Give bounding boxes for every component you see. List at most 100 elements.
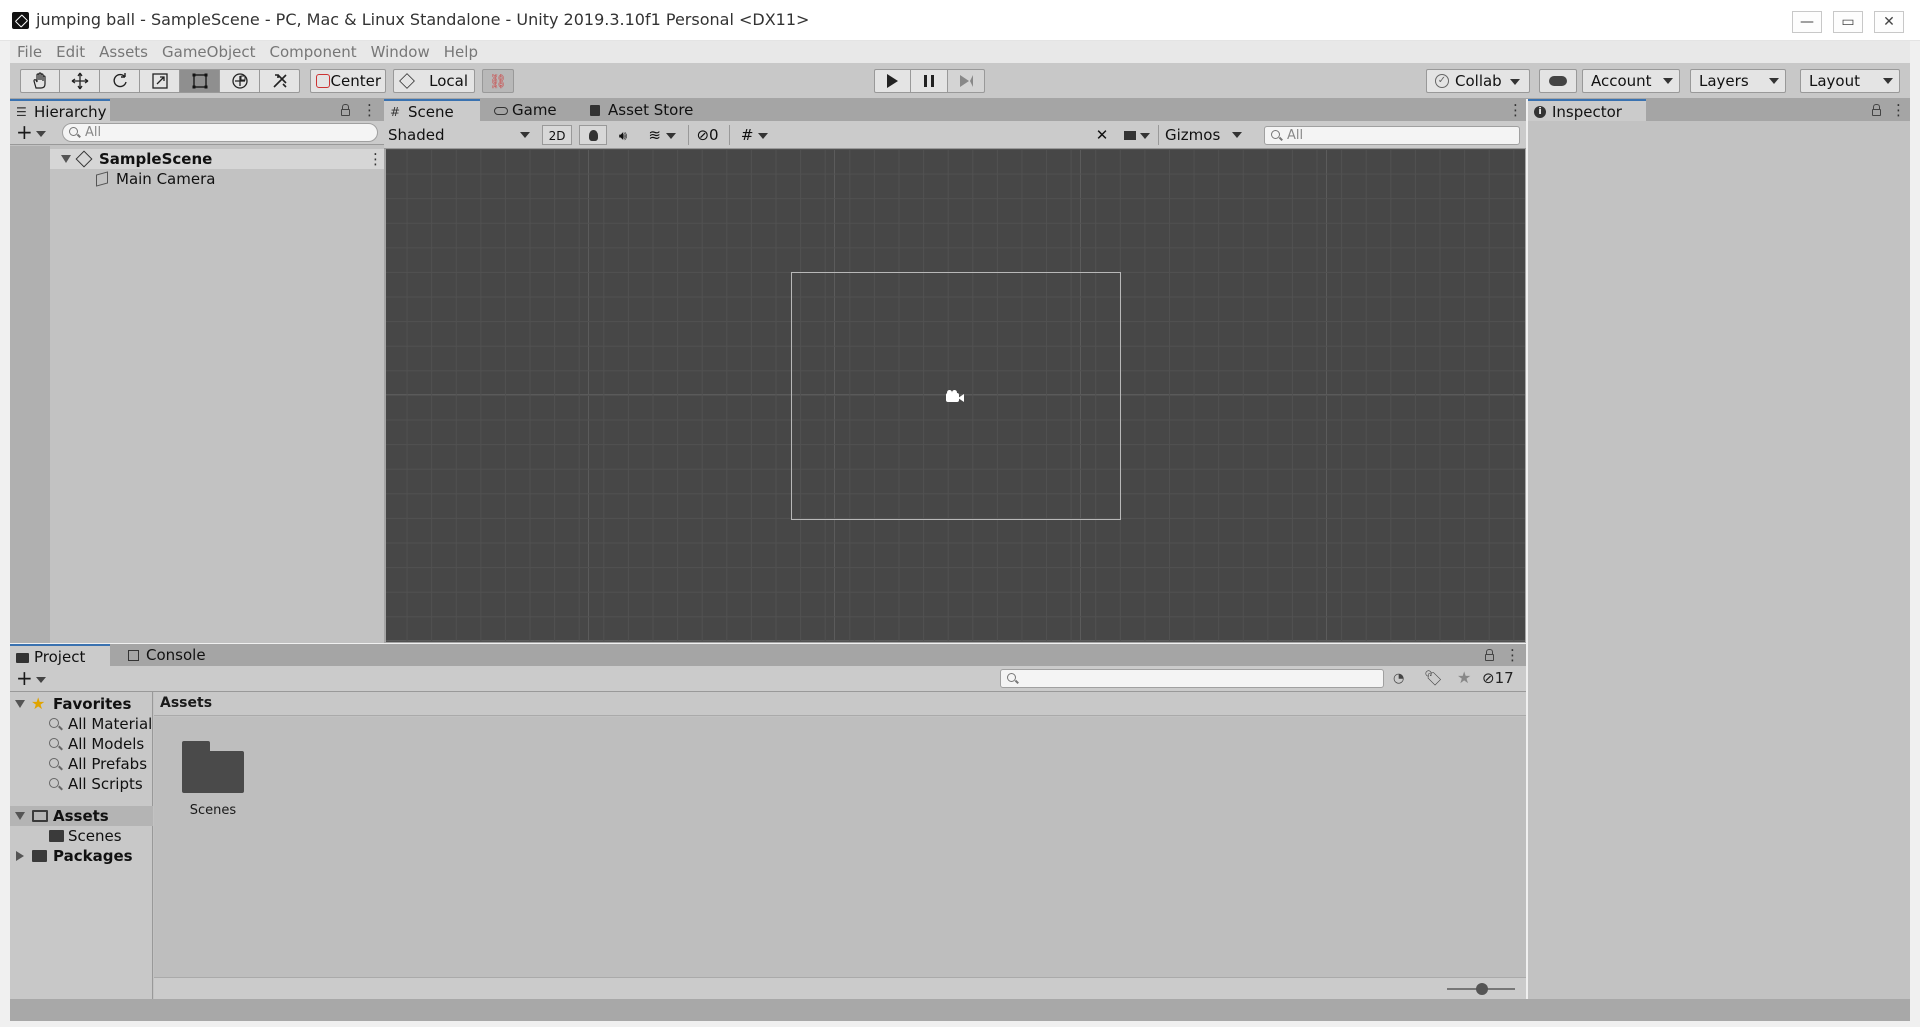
move-tool-icon[interactable] — [60, 69, 100, 93]
create-asset-button[interactable]: + — [16, 667, 46, 689]
create-add-button[interactable]: + — [16, 121, 46, 143]
chevron-down-icon — [35, 130, 46, 137]
play-button[interactable] — [874, 69, 911, 93]
hidden-objects-toggle[interactable]: ⊘0 — [688, 125, 726, 145]
panel-menu-icon[interactable]: ⋮ — [1505, 648, 1520, 663]
tab-game[interactable]: Game — [488, 99, 568, 121]
close-button[interactable]: ✕ — [1874, 11, 1904, 33]
asset-item[interactable]: Scenes — [174, 737, 254, 827]
hand-tool-icon[interactable] — [20, 69, 60, 93]
favorite-item[interactable]: All Materials — [10, 714, 153, 734]
2d-toggle-button[interactable]: 2D — [542, 125, 572, 145]
menu-help[interactable]: Help — [437, 41, 485, 63]
chevron-down-icon — [1663, 78, 1673, 84]
folder-icon — [182, 741, 244, 793]
scene-row[interactable]: SampleScene ⋮ — [50, 149, 384, 169]
menu-window[interactable]: Window — [364, 41, 437, 63]
step-button[interactable] — [948, 69, 985, 93]
scale-tool-icon[interactable] — [140, 69, 180, 93]
icon-size-slider[interactable] — [1447, 983, 1515, 995]
tab-asset-store[interactable]: Asset Store — [584, 99, 704, 121]
cloud-button[interactable] — [1539, 69, 1577, 93]
packages-folder-row[interactable]: Packages — [10, 846, 153, 866]
account-dropdown[interactable]: Account — [1582, 69, 1680, 93]
expand-triangle-icon[interactable] — [61, 155, 71, 163]
audio-toggle-button[interactable]: 🔊︎ — [609, 125, 637, 145]
panel-menu-icon[interactable]: ⋮ — [1508, 103, 1523, 118]
grid-snap-button[interactable]: ⛓ — [482, 69, 514, 93]
project-footer — [154, 977, 1526, 999]
tab-hierarchy[interactable]: ☰ Hierarchy — [10, 99, 110, 121]
lighting-toggle-button[interactable] — [579, 125, 607, 145]
favorites-row[interactable]: ★ Favorites — [10, 694, 153, 714]
scene-menu-icon[interactable]: ⋮ — [368, 152, 383, 167]
collab-dropdown[interactable]: ✓ Collab — [1426, 69, 1530, 93]
scenes-folder-row[interactable]: Scenes — [10, 826, 153, 846]
custom-tool-icon[interactable] — [260, 69, 300, 93]
chevron-down-icon — [35, 676, 46, 683]
tab-project-label: Project — [34, 648, 86, 666]
rect-tool-icon[interactable] — [180, 69, 220, 93]
expand-triangle-icon[interactable] — [16, 851, 24, 861]
transform-tool-icon[interactable] — [220, 69, 260, 93]
favorite-star-icon[interactable]: ★ — [1457, 668, 1471, 687]
collab-label: Collab — [1455, 72, 1502, 90]
search-by-label-icon[interactable]: 🏷︎ — [1424, 669, 1443, 687]
lock-icon[interactable] — [1485, 649, 1494, 661]
panel-menu-icon[interactable]: ⋮ — [362, 103, 377, 118]
menu-component[interactable]: Component — [263, 41, 364, 63]
packages-folder-label: Packages — [53, 847, 133, 865]
minimize-button[interactable]: — — [1792, 11, 1822, 33]
panel-menu-icon[interactable]: ⋮ — [1891, 103, 1906, 118]
info-icon: i — [1534, 106, 1546, 118]
add-plus-icon: + — [16, 666, 33, 690]
camera-settings-dropdown[interactable] — [1118, 125, 1156, 145]
scene-viewport[interactable] — [386, 149, 1525, 642]
account-label: Account — [1591, 72, 1652, 90]
layout-dropdown[interactable]: Layout — [1800, 69, 1900, 93]
favorite-item[interactable]: All Scripts — [10, 774, 153, 794]
rotate-tool-icon[interactable] — [100, 69, 140, 93]
pause-button[interactable] — [911, 69, 948, 93]
search-icon — [69, 127, 78, 136]
pivot-center-button[interactable]: Center — [310, 69, 386, 93]
pivot-space-button[interactable]: Local — [393, 69, 475, 93]
tab-scene[interactable]: # Scene — [384, 99, 480, 121]
effects-dropdown[interactable]: ≋ — [640, 125, 684, 145]
maximize-button[interactable]: ▭ — [1833, 11, 1863, 33]
tab-console[interactable]: Console — [122, 644, 222, 666]
layers-dropdown[interactable]: Layers — [1690, 69, 1786, 93]
add-plus-icon: + — [16, 120, 33, 144]
favorite-item[interactable]: All Prefabs — [10, 754, 153, 774]
expand-triangle-icon[interactable] — [15, 812, 25, 820]
camera-gizmo-icon[interactable] — [946, 390, 964, 402]
menu-gameobject[interactable]: GameObject — [155, 41, 263, 63]
gizmos-dropdown[interactable]: Gizmos — [1158, 125, 1248, 145]
lock-icon[interactable] — [341, 104, 350, 116]
scene-tools-button[interactable]: ✕ — [1088, 125, 1116, 145]
search-by-type-icon[interactable]: ◔ — [1393, 671, 1409, 687]
menu-file[interactable]: File — [10, 41, 49, 63]
shading-mode-dropdown[interactable]: Shaded — [388, 125, 538, 145]
hierarchy-item[interactable]: Main Camera — [50, 169, 384, 189]
project-search-input[interactable] — [1000, 669, 1384, 688]
chevron-down-icon — [1140, 132, 1151, 139]
lock-icon[interactable] — [1872, 104, 1881, 116]
hidden-packages-toggle[interactable]: ⊘17 — [1482, 669, 1514, 687]
expand-triangle-icon[interactable] — [15, 700, 25, 708]
assets-folder-row[interactable]: Assets — [10, 806, 153, 826]
eye-slash-icon: ⊘ — [1482, 669, 1495, 687]
pivot-icon — [316, 74, 330, 88]
hierarchy-search-input[interactable]: All — [62, 123, 378, 142]
breadcrumb-assets[interactable]: Assets — [160, 695, 212, 711]
tab-project[interactable]: Project — [10, 644, 110, 666]
grid-snapping-dropdown[interactable]: # — [729, 125, 779, 145]
slider-handle[interactable] — [1476, 983, 1488, 995]
menu-edit[interactable]: Edit — [49, 41, 92, 63]
tab-game-label: Game — [512, 101, 557, 119]
tab-inspector[interactable]: i Inspector — [1528, 99, 1646, 121]
menu-assets[interactable]: Assets — [92, 41, 155, 63]
scene-search-input[interactable]: All — [1264, 126, 1520, 145]
favorite-item[interactable]: All Models — [10, 734, 153, 754]
visibility-gutter — [10, 146, 50, 643]
